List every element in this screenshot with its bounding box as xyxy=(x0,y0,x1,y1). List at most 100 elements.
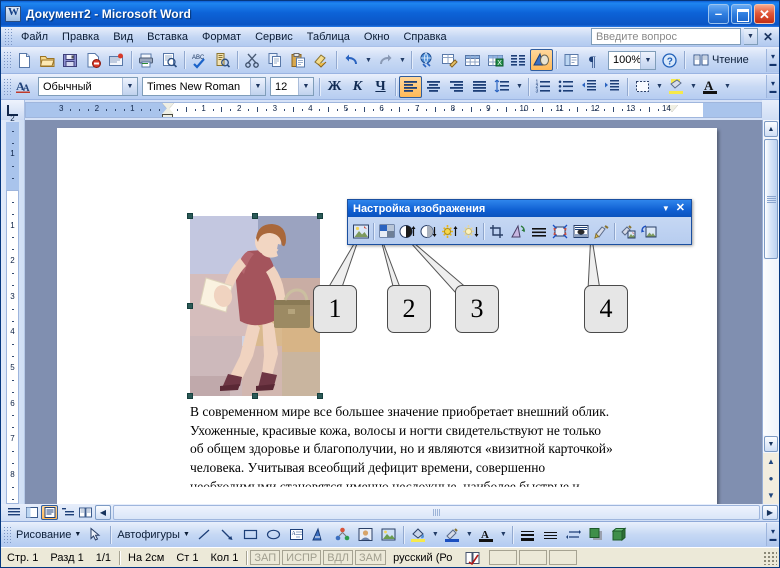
insert-excel-sheet-icon[interactable]: X xyxy=(484,49,507,71)
next-page-button[interactable]: ▼ xyxy=(763,487,779,504)
autoshapes-menu-button[interactable]: Автофигуры ▼ xyxy=(114,529,193,541)
menu-window[interactable]: Окно xyxy=(357,29,397,45)
more-brightness-icon[interactable] xyxy=(439,220,460,242)
web-layout-view-icon[interactable] xyxy=(23,505,40,520)
insert-picture-icon[interactable] xyxy=(350,220,371,242)
dash-style-icon[interactable] xyxy=(539,524,562,546)
diagram-icon[interactable] xyxy=(331,524,354,546)
toolbar-options-icon[interactable]: ▼ xyxy=(662,204,670,213)
chevron-down-icon[interactable]: ▼ xyxy=(743,28,758,45)
chevron-down-icon[interactable]: ▼ xyxy=(122,78,137,95)
ask-a-question-input[interactable]: Введите вопрос xyxy=(590,28,741,45)
less-brightness-icon[interactable] xyxy=(460,220,481,242)
menu-insert[interactable]: Вставка xyxy=(140,29,195,45)
font-color-icon[interactable]: A xyxy=(475,524,498,546)
compress-pictures-icon[interactable] xyxy=(549,220,570,242)
document-paragraph[interactable]: В современном мире все большее значение … xyxy=(190,403,700,497)
insert-picture-icon[interactable] xyxy=(377,524,400,546)
underline-button[interactable]: Ч xyxy=(369,76,392,98)
formatting-overflow-button[interactable]: ▾ ▬ xyxy=(766,75,779,98)
more-contrast-icon[interactable] xyxy=(397,220,418,242)
styles-and-formatting-icon[interactable]: AA xyxy=(13,76,36,98)
status-track-changes[interactable]: ИСПР xyxy=(282,550,322,565)
insert-table-icon[interactable] xyxy=(461,49,484,71)
chevron-down-icon[interactable]: ▼ xyxy=(298,78,313,95)
maximize-button[interactable] xyxy=(731,4,752,24)
highlight-dropdown-icon[interactable]: ▼ xyxy=(688,76,699,98)
paste-icon[interactable] xyxy=(287,49,310,71)
less-contrast-icon[interactable] xyxy=(418,220,439,242)
open-folder-icon[interactable] xyxy=(36,49,59,71)
document-map-icon[interactable] xyxy=(560,49,583,71)
spelling-check-icon[interactable]: ABC xyxy=(188,49,211,71)
horizontal-ruler[interactable]: 3211234567891011121314 xyxy=(25,102,762,118)
align-left-icon[interactable] xyxy=(399,75,422,98)
undo-icon[interactable] xyxy=(340,49,363,71)
normal-view-icon[interactable] xyxy=(5,505,22,520)
menu-grip[interactable] xyxy=(5,28,12,45)
status-record-mode[interactable]: ЗАП xyxy=(250,550,281,565)
mail-recipient-icon[interactable] xyxy=(82,49,105,71)
resize-handle-s[interactable] xyxy=(252,393,258,399)
research-icon[interactable] xyxy=(211,49,234,71)
tables-and-borders-icon[interactable] xyxy=(438,49,461,71)
select-browse-object-button[interactable]: ● xyxy=(763,470,779,487)
picture-toolbar-titlebar[interactable]: Настройка изображения ▼ ✕ xyxy=(348,200,691,217)
fill-color-icon[interactable] xyxy=(407,524,430,546)
menu-help[interactable]: Справка xyxy=(396,29,453,45)
increase-indent-icon[interactable] xyxy=(601,76,624,98)
scroll-right-button[interactable]: ▶ xyxy=(762,505,778,520)
zoom-combo[interactable]: 100% ▼ xyxy=(608,50,656,70)
standard-toolbar-grip[interactable] xyxy=(4,52,11,68)
format-picture-icon[interactable] xyxy=(591,220,612,242)
highlight-color-icon[interactable] xyxy=(665,76,688,98)
line-icon[interactable] xyxy=(193,524,216,546)
resize-handle-ne[interactable] xyxy=(317,213,323,219)
vertical-scroll-thumb[interactable] xyxy=(764,139,778,259)
fill-color-dropdown-icon[interactable]: ▼ xyxy=(430,524,441,546)
print-preview-icon[interactable] xyxy=(158,49,181,71)
permission-icon[interactable] xyxy=(105,49,128,71)
status-overtype[interactable]: ЗАМ xyxy=(355,550,387,565)
menu-table[interactable]: Таблица xyxy=(300,29,357,45)
hanging-indent-marker[interactable] xyxy=(162,107,174,114)
set-transparent-color-icon[interactable] xyxy=(617,220,638,242)
chevron-down-icon[interactable]: ▼ xyxy=(250,78,265,95)
borders-icon[interactable] xyxy=(631,76,654,98)
print-layout-view-icon[interactable] xyxy=(41,505,58,520)
style-combo[interactable]: Обычный ▼ xyxy=(38,77,138,96)
shadow-style-icon[interactable] xyxy=(585,524,608,546)
font-combo[interactable]: Times New Roman ▼ xyxy=(142,77,266,96)
drawing-overflow-button[interactable]: ▾ ▬ xyxy=(766,523,779,546)
scroll-left-button[interactable]: ◀ xyxy=(95,505,111,520)
status-extend-selection[interactable]: ВДЛ xyxy=(323,550,354,565)
3d-style-icon[interactable] xyxy=(608,524,631,546)
resize-handle-nw[interactable] xyxy=(187,213,193,219)
save-icon[interactable] xyxy=(59,49,82,71)
chevron-down-icon[interactable]: ▼ xyxy=(640,51,655,69)
vertical-ruler[interactable]: 2 1 1 2 3 4 5 6 7 8 xyxy=(1,114,25,504)
line-style-icon[interactable] xyxy=(516,524,539,546)
minimize-button[interactable]: – xyxy=(708,4,729,24)
reset-picture-icon[interactable] xyxy=(638,220,659,242)
font-color-dropdown-icon[interactable]: ▼ xyxy=(722,76,733,98)
reading-layout-button[interactable]: Чтение xyxy=(688,49,754,71)
redo-dropdown-icon[interactable]: ▼ xyxy=(397,49,408,71)
crop-icon[interactable] xyxy=(486,220,507,242)
help-icon[interactable]: ? xyxy=(658,49,681,71)
text-box-icon[interactable]: A xyxy=(285,524,308,546)
new-document-icon[interactable] xyxy=(13,49,36,71)
spell-status-icon[interactable] xyxy=(459,550,487,565)
resize-handle-sw[interactable] xyxy=(187,393,193,399)
scroll-down-button[interactable]: ▼ xyxy=(764,436,778,452)
redo-icon[interactable] xyxy=(374,49,397,71)
arrow-style-icon[interactable] xyxy=(562,524,585,546)
left-indent-marker[interactable] xyxy=(162,114,173,117)
status-language[interactable]: русский (Ро xyxy=(387,552,458,564)
select-objects-icon[interactable] xyxy=(84,524,107,546)
columns-icon[interactable] xyxy=(507,49,530,71)
formatting-toolbar-grip[interactable] xyxy=(4,78,11,95)
undo-dropdown-icon[interactable]: ▼ xyxy=(363,49,374,71)
close-button[interactable]: ✕ xyxy=(754,4,775,24)
oval-icon[interactable] xyxy=(262,524,285,546)
